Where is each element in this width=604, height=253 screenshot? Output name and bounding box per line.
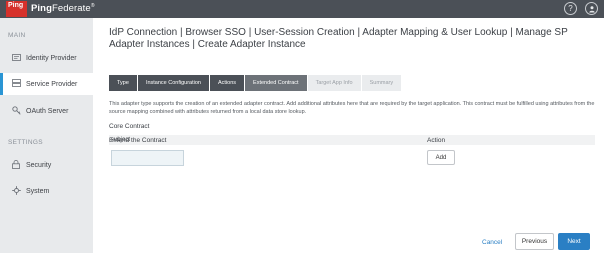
main-content: IdP Connection | Browser SSO | User-Sess… [93,18,604,253]
cancel-link[interactable]: Cancel [482,239,502,246]
tab-type[interactable]: Type [109,75,137,91]
action-header: Action [427,137,446,144]
user-silhouette-icon [588,5,595,12]
brand-name-bold: Ping [31,3,52,15]
previous-button[interactable]: Previous [515,233,554,250]
lock-icon [11,159,21,171]
tab-instance-configuration[interactable]: Instance Configuration [137,75,209,91]
key-icon [11,105,21,117]
extend-contract-header-row [109,135,595,145]
help-icon-glyph: ? [568,3,573,13]
sidebar-item-security[interactable]: Security [0,154,93,176]
sidebar-section-main: MAIN [8,32,26,39]
tab-summary: Summary [361,75,402,91]
brand-name: PingFederate® [31,3,95,14]
sidebar-item-identity-provider[interactable]: Identity Provider [0,47,93,69]
user-menu-icon[interactable] [585,2,598,15]
page-title: IdP Connection | Browser SSO | User-Sess… [109,27,568,50]
sidebar: MAIN Identity Provider Service Provider … [0,18,93,253]
gear-icon [11,185,21,197]
ping-logo-badge: Ping [6,1,27,17]
brand-name-light: Federate [51,3,91,15]
core-contract-header: Core Contract [109,123,150,130]
sidebar-item-service-provider[interactable]: Service Provider [0,73,93,95]
tab-actions[interactable]: Actions [209,75,245,91]
tab-extended-contract[interactable]: Extended Contract [245,75,307,91]
id-card-icon [11,53,21,63]
brand-registered-mark: ® [90,3,95,10]
wizard-tabs: Type Instance Configuration Actions Exte… [109,75,402,91]
sidebar-item-label: Security [26,161,52,169]
tab-label: Type [117,80,129,86]
server-icon [11,79,21,89]
sidebar-item-label: OAuth Server [26,107,69,115]
add-button[interactable]: Add [427,150,455,165]
tab-label: Instance Configuration [145,80,201,86]
tab-label: Actions [217,80,237,86]
extend-contract-header: Extend the Contract [109,137,167,144]
sidebar-item-label: Service Provider [26,80,78,88]
sidebar-section-settings: SETTINGS [8,139,43,146]
sidebar-item-label: System [26,187,50,195]
ping-logo-badge-text: Ping [8,2,24,9]
sidebar-item-label: Identity Provider [26,54,77,62]
page-description: This adapter type supports the creation … [109,101,595,115]
top-icons: ? [564,2,598,15]
tab-label: Target App Info [315,80,353,86]
pingfederate-logo[interactable]: Ping PingFederate® [6,1,95,17]
top-bar: Ping PingFederate® ? [0,0,604,18]
tab-label: Summary [369,80,394,86]
tab-label: Extended Contract [253,80,299,86]
help-icon[interactable]: ? [564,2,577,15]
next-button[interactable]: Next [558,233,590,250]
sidebar-item-oauth-server[interactable]: OAuth Server [0,100,93,122]
tab-target-app-info: Target App Info [307,75,361,91]
sidebar-item-system[interactable]: System [0,180,93,202]
extend-contract-input[interactable] [111,150,184,166]
